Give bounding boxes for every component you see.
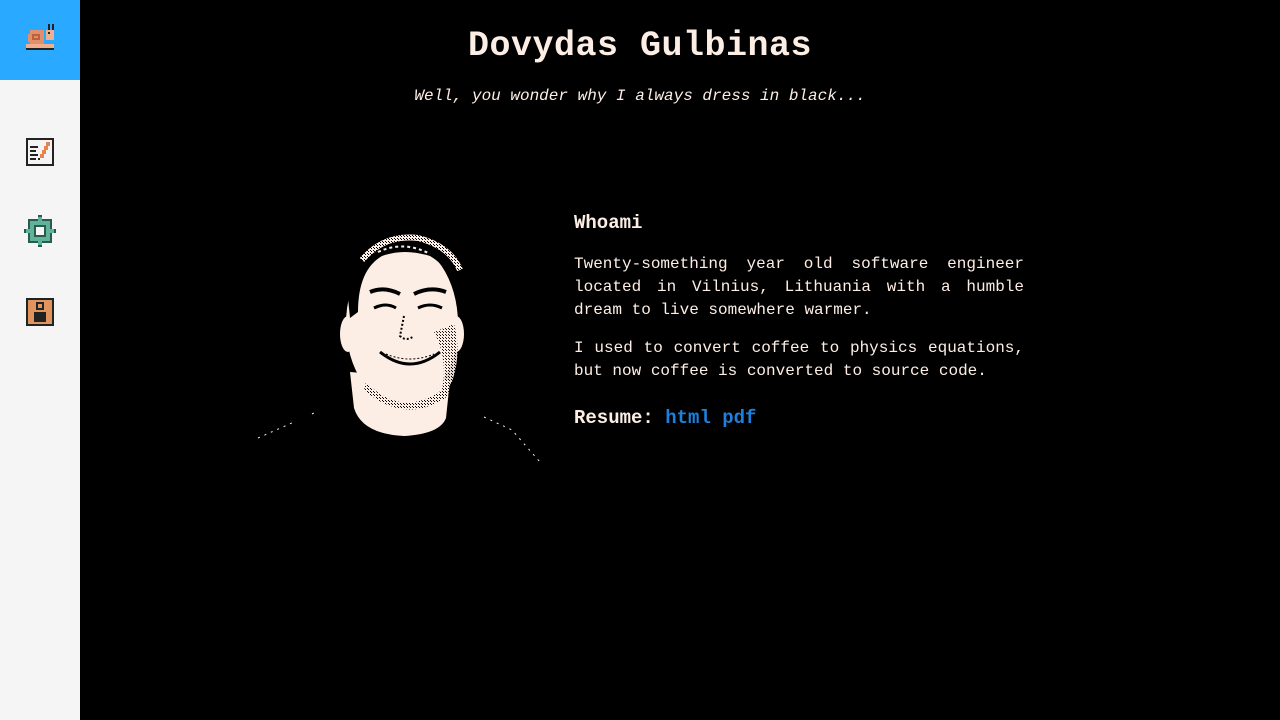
resume-pdf-link[interactable]: pdf (722, 407, 756, 429)
portrait-image (254, 212, 544, 467)
page-title: Dovydas Gulbinas (467, 26, 813, 66)
resume-html-link[interactable]: html (665, 407, 711, 429)
page-subtitle: Well, you wonder why I always dress in b… (414, 87, 866, 105)
gear-icon[interactable] (24, 215, 56, 247)
sidebar (0, 0, 80, 720)
resume-label: Resume: (574, 407, 654, 429)
about-paragraph-2: I used to convert coffee to physics equa… (574, 339, 1024, 380)
snail-icon (24, 22, 56, 59)
home-logo-button[interactable] (0, 0, 80, 80)
notepad-icon[interactable] (24, 136, 56, 168)
about-heading: Whoami (574, 212, 643, 234)
main-content: Dovydas Gulbinas Well, you wonder why I … (80, 0, 1280, 720)
about-paragraph-1: Twenty-something year old software engin… (574, 255, 1024, 319)
resume-row: Resume: html pdf (574, 407, 1024, 429)
about-section: Whoami Twenty-something year old softwar… (574, 212, 1024, 429)
person-icon[interactable] (24, 296, 56, 328)
